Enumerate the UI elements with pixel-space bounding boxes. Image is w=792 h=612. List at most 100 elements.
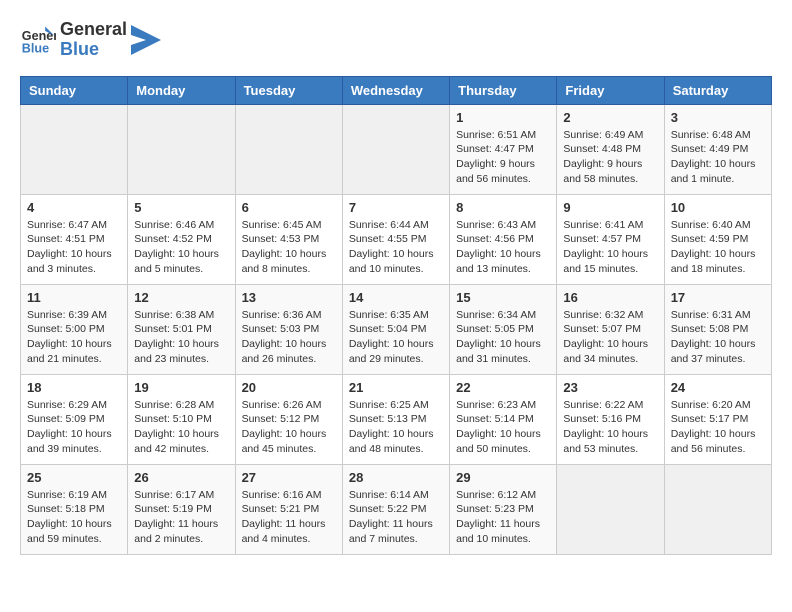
calendar-cell: 2 Sunrise: 6:49 AM Sunset: 4:48 PM Daylig…: [557, 104, 664, 194]
day-info: Sunrise: 6:41 AM Sunset: 4:57 PM Dayligh…: [563, 218, 657, 277]
day-info: Sunrise: 6:44 AM Sunset: 4:55 PM Dayligh…: [349, 218, 443, 277]
logo-icon: General Blue: [20, 22, 56, 58]
day-number: 22: [456, 380, 550, 395]
day-number: 14: [349, 290, 443, 305]
calendar-cell: 21 Sunrise: 6:25 AM Sunset: 5:13 PM Dayli…: [342, 374, 449, 464]
day-number: 28: [349, 470, 443, 485]
day-info: Sunrise: 6:45 AM Sunset: 4:53 PM Dayligh…: [242, 218, 336, 277]
day-number: 16: [563, 290, 657, 305]
day-info: Sunrise: 6:23 AM Sunset: 5:14 PM Dayligh…: [456, 398, 550, 457]
calendar-cell: 28 Sunrise: 6:14 AM Sunset: 5:22 PM Dayli…: [342, 464, 449, 554]
calendar-cell: 29 Sunrise: 6:12 AM Sunset: 5:23 PM Dayli…: [450, 464, 557, 554]
day-number: 2: [563, 110, 657, 125]
calendar-cell: 1Sunrise: 6:51 AM Sunset: 4:47 PM Daylig…: [450, 104, 557, 194]
header-saturday: Saturday: [664, 76, 771, 104]
day-number: 29: [456, 470, 550, 485]
day-number: 20: [242, 380, 336, 395]
day-info: Sunrise: 6:19 AM Sunset: 5:18 PM Dayligh…: [27, 488, 121, 547]
calendar-week-5: 25 Sunrise: 6:19 AM Sunset: 5:18 PM Dayli…: [21, 464, 772, 554]
calendar-week-4: 18 Sunrise: 6:29 AM Sunset: 5:09 PM Dayli…: [21, 374, 772, 464]
calendar-cell: 23Sunrise: 6:22 AM Sunset: 5:16 PM Dayli…: [557, 374, 664, 464]
calendar-cell: [557, 464, 664, 554]
calendar-cell: 18 Sunrise: 6:29 AM Sunset: 5:09 PM Dayli…: [21, 374, 128, 464]
page-header: General Blue General Blue: [20, 20, 772, 60]
calendar-cell: 25 Sunrise: 6:19 AM Sunset: 5:18 PM Dayli…: [21, 464, 128, 554]
calendar-cell: [664, 464, 771, 554]
day-number: 8: [456, 200, 550, 215]
calendar-cell: 13Sunrise: 6:36 AM Sunset: 5:03 PM Dayli…: [235, 284, 342, 374]
svg-text:Blue: Blue: [22, 41, 49, 55]
day-number: 12: [134, 290, 228, 305]
day-number: 23: [563, 380, 657, 395]
calendar-cell: 6Sunrise: 6:45 AM Sunset: 4:53 PM Daylig…: [235, 194, 342, 284]
day-number: 17: [671, 290, 765, 305]
calendar-cell: [128, 104, 235, 194]
calendar-cell: 17 Sunrise: 6:31 AM Sunset: 5:08 PM Dayli…: [664, 284, 771, 374]
day-info: Sunrise: 6:49 AM Sunset: 4:48 PM Dayligh…: [563, 128, 657, 187]
calendar-cell: 26 Sunrise: 6:17 AM Sunset: 5:19 PM Dayli…: [128, 464, 235, 554]
calendar-cell: 15Sunrise: 6:34 AM Sunset: 5:05 PM Dayli…: [450, 284, 557, 374]
calendar-cell: [342, 104, 449, 194]
day-info: Sunrise: 6:47 AM Sunset: 4:51 PM Dayligh…: [27, 218, 121, 277]
day-info: Sunrise: 6:40 AM Sunset: 4:59 PM Dayligh…: [671, 218, 765, 277]
day-info: Sunrise: 6:32 AM Sunset: 5:07 PM Dayligh…: [563, 308, 657, 367]
day-number: 10: [671, 200, 765, 215]
day-number: 7: [349, 200, 443, 215]
day-info: Sunrise: 6:20 AM Sunset: 5:17 PM Dayligh…: [671, 398, 765, 457]
calendar-cell: 14 Sunrise: 6:35 AM Sunset: 5:04 PM Dayli…: [342, 284, 449, 374]
calendar-cell: 5Sunrise: 6:46 AM Sunset: 4:52 PM Daylig…: [128, 194, 235, 284]
day-number: 13: [242, 290, 336, 305]
day-number: 11: [27, 290, 121, 305]
day-info: Sunrise: 6:51 AM Sunset: 4:47 PM Dayligh…: [456, 128, 550, 187]
day-info: Sunrise: 6:31 AM Sunset: 5:08 PM Dayligh…: [671, 308, 765, 367]
day-info: Sunrise: 6:16 AM Sunset: 5:21 PM Dayligh…: [242, 488, 336, 547]
day-number: 3: [671, 110, 765, 125]
calendar-cell: 20 Sunrise: 6:26 AM Sunset: 5:12 PM Dayli…: [235, 374, 342, 464]
day-number: 18: [27, 380, 121, 395]
calendar-cell: 27 Sunrise: 6:16 AM Sunset: 5:21 PM Dayli…: [235, 464, 342, 554]
day-info: Sunrise: 6:34 AM Sunset: 5:05 PM Dayligh…: [456, 308, 550, 367]
header-friday: Friday: [557, 76, 664, 104]
calendar-table: SundayMondayTuesdayWednesdayThursdayFrid…: [20, 76, 772, 555]
calendar-cell: 4 Sunrise: 6:47 AM Sunset: 4:51 PM Daylig…: [21, 194, 128, 284]
logo-arrow-icon: [131, 25, 161, 55]
day-info: Sunrise: 6:17 AM Sunset: 5:19 PM Dayligh…: [134, 488, 228, 547]
calendar-cell: [235, 104, 342, 194]
calendar-cell: 9 Sunrise: 6:41 AM Sunset: 4:57 PM Daylig…: [557, 194, 664, 284]
calendar-cell: 19 Sunrise: 6:28 AM Sunset: 5:10 PM Dayli…: [128, 374, 235, 464]
day-info: Sunrise: 6:48 AM Sunset: 4:49 PM Dayligh…: [671, 128, 765, 187]
day-number: 25: [27, 470, 121, 485]
day-info: Sunrise: 6:28 AM Sunset: 5:10 PM Dayligh…: [134, 398, 228, 457]
logo: General Blue General Blue: [20, 20, 161, 60]
day-number: 9: [563, 200, 657, 215]
calendar-cell: 24 Sunrise: 6:20 AM Sunset: 5:17 PM Dayli…: [664, 374, 771, 464]
day-info: Sunrise: 6:39 AM Sunset: 5:00 PM Dayligh…: [27, 308, 121, 367]
day-info: Sunrise: 6:12 AM Sunset: 5:23 PM Dayligh…: [456, 488, 550, 547]
header-thursday: Thursday: [450, 76, 557, 104]
calendar-cell: 16 Sunrise: 6:32 AM Sunset: 5:07 PM Dayli…: [557, 284, 664, 374]
calendar-body: 1Sunrise: 6:51 AM Sunset: 4:47 PM Daylig…: [21, 104, 772, 554]
logo-blue: Blue: [60, 40, 127, 60]
calendar-cell: 10 Sunrise: 6:40 AM Sunset: 4:59 PM Dayli…: [664, 194, 771, 284]
calendar-week-2: 4 Sunrise: 6:47 AM Sunset: 4:51 PM Daylig…: [21, 194, 772, 284]
day-number: 5: [134, 200, 228, 215]
day-number: 21: [349, 380, 443, 395]
day-info: Sunrise: 6:26 AM Sunset: 5:12 PM Dayligh…: [242, 398, 336, 457]
header-tuesday: Tuesday: [235, 76, 342, 104]
calendar-cell: 11 Sunrise: 6:39 AM Sunset: 5:00 PM Dayli…: [21, 284, 128, 374]
day-info: Sunrise: 6:29 AM Sunset: 5:09 PM Dayligh…: [27, 398, 121, 457]
day-info: Sunrise: 6:35 AM Sunset: 5:04 PM Dayligh…: [349, 308, 443, 367]
day-number: 19: [134, 380, 228, 395]
day-number: 27: [242, 470, 336, 485]
day-number: 4: [27, 200, 121, 215]
calendar-cell: 3 Sunrise: 6:48 AM Sunset: 4:49 PM Daylig…: [664, 104, 771, 194]
day-info: Sunrise: 6:14 AM Sunset: 5:22 PM Dayligh…: [349, 488, 443, 547]
calendar-cell: 8 Sunrise: 6:43 AM Sunset: 4:56 PM Daylig…: [450, 194, 557, 284]
day-number: 26: [134, 470, 228, 485]
calendar-week-1: 1Sunrise: 6:51 AM Sunset: 4:47 PM Daylig…: [21, 104, 772, 194]
day-number: 24: [671, 380, 765, 395]
day-info: Sunrise: 6:43 AM Sunset: 4:56 PM Dayligh…: [456, 218, 550, 277]
day-info: Sunrise: 6:25 AM Sunset: 5:13 PM Dayligh…: [349, 398, 443, 457]
calendar-cell: 22 Sunrise: 6:23 AM Sunset: 5:14 PM Dayli…: [450, 374, 557, 464]
header-row: SundayMondayTuesdayWednesdayThursdayFrid…: [21, 76, 772, 104]
